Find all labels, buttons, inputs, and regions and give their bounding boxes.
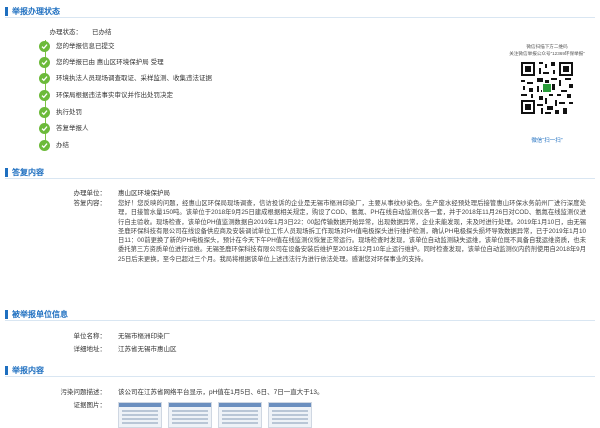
check-icon: [39, 57, 50, 68]
check-icon: [39, 41, 50, 52]
qr-caption-1: 微信扫描下方二维码: [526, 44, 568, 49]
unit-name-label: 单位名称：: [73, 333, 107, 340]
timeline-step: 环境执法人员现场调查取证、采样监测、收集违法证据: [39, 73, 279, 85]
reply-section-header: 答复内容: [5, 167, 595, 179]
status-value: 已办结: [92, 29, 112, 36]
target-section-title: 被举报单位信息: [12, 310, 68, 319]
reply-content: 您好！您反映的问题，经惠山区环保局现场调查，信访投诉的企业是无锡市樞洲印染厂，主…: [118, 200, 586, 263]
check-icon: [39, 73, 50, 84]
status-section-header: 举报办理状态: [5, 6, 595, 18]
pollution-desc-label: 污染问题描述：: [60, 389, 107, 396]
timeline-step: 执行处罚: [39, 107, 279, 119]
reply-section-title: 答复内容: [12, 168, 44, 177]
pollution-desc-value: 该公司在江苏省网络平台显示，pH值在1月5日、6日、7日一直大于13。: [118, 389, 324, 396]
address-value: 江苏省无锡市惠山区: [118, 346, 177, 353]
evidence-photo-thumbnail[interactable]: [218, 402, 262, 428]
unit-name-value: 无锡市樞洲印染厂: [118, 333, 170, 340]
address-label: 详细地址：: [73, 346, 107, 353]
timeline-step: 您的举报已由 惠山区环境保护局 受理: [39, 57, 279, 69]
timeline-step: 您的举报信息已提交: [39, 41, 279, 53]
check-icon: [39, 90, 50, 101]
qr-caption-2: 关注微信举报公众号“12369环保举报”: [509, 51, 585, 56]
status-label: 办理状态：: [49, 29, 83, 36]
unit-label: 办理单位：: [73, 190, 107, 197]
content-label: 答复内容：: [73, 200, 107, 207]
qr-scan-label: 微信“扫一扫”: [531, 138, 563, 144]
timeline-step: 办结: [39, 140, 279, 152]
evidence-photo-label: 证据图片：: [73, 402, 107, 409]
check-icon: [39, 107, 50, 118]
report-section-header: 举报内容: [5, 365, 595, 377]
evidence-photo-thumbnail[interactable]: [268, 402, 312, 428]
qr-code: [519, 60, 575, 116]
check-icon: [39, 123, 50, 134]
report-section-title: 举报内容: [12, 366, 44, 375]
timeline-step: 环保局根据违法事实审议并作出处罚决定: [39, 90, 279, 102]
target-section-header: 被举报单位信息: [5, 309, 595, 321]
evidence-photos: [118, 402, 318, 428]
status-section-title: 举报办理状态: [12, 7, 60, 16]
timeline-step: 答复举报人: [39, 123, 279, 135]
evidence-photo-thumbnail[interactable]: [168, 402, 212, 428]
evidence-photo-thumbnail[interactable]: [118, 402, 162, 428]
check-icon: [39, 140, 50, 151]
unit-value: 惠山区环境保护局: [118, 190, 170, 197]
